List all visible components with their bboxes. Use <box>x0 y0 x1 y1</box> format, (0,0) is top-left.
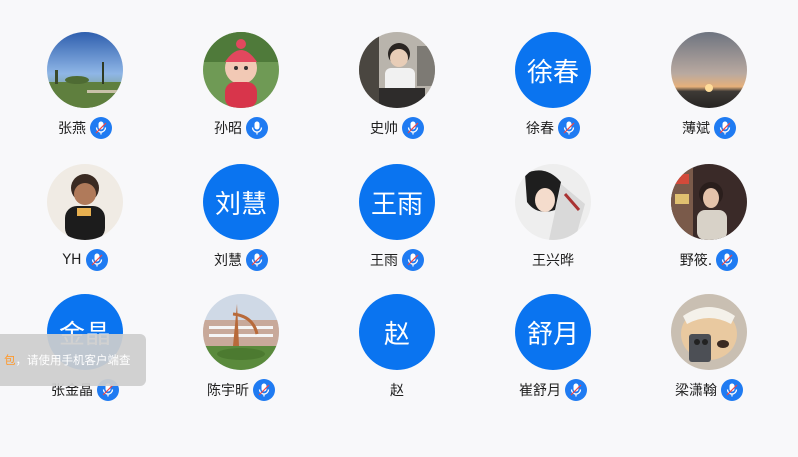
avatar-initials[interactable]: 舒月 <box>515 294 591 370</box>
microphone-icon[interactable] <box>402 117 424 139</box>
member-card[interactable]: 舒月 崔舒月 <box>475 294 631 404</box>
member-name: YH <box>62 252 82 268</box>
microphone-icon[interactable] <box>246 117 268 139</box>
member-name: 刘慧 <box>214 253 242 269</box>
member-name: 野筱. <box>679 253 713 269</box>
avatar-initials[interactable]: 王雨 <box>359 164 435 240</box>
woman-photo-icon[interactable] <box>671 164 747 240</box>
member-name-row: 梁潇翰 <box>631 378 787 402</box>
member-name-row: 孙昭 <box>163 116 319 140</box>
avatar-initials[interactable]: 刘慧 <box>203 164 279 240</box>
member-name-row: 史帅 <box>319 116 475 140</box>
toast-text: ，请使用手机客户端查 <box>15 353 131 367</box>
member-name: 张燕 <box>58 121 86 137</box>
member-card[interactable]: 孙昭 <box>163 32 319 142</box>
member-card[interactable]: 王雨 王雨 <box>319 164 475 274</box>
member-name-row: YH <box>7 248 163 272</box>
landscape-photo-icon[interactable] <box>47 32 123 108</box>
member-card[interactable]: 赵 赵 <box>319 294 475 404</box>
microphone-icon[interactable] <box>402 249 424 271</box>
member-card[interactable]: YH <box>7 164 163 274</box>
member-card[interactable]: 王兴晔 <box>475 164 631 274</box>
person-photo-icon[interactable] <box>359 32 435 108</box>
building-photo-icon[interactable] <box>203 294 279 370</box>
member-card[interactable]: 野筱. <box>631 164 787 274</box>
member-card[interactable]: 徐春 徐春 <box>475 32 631 142</box>
member-card[interactable]: 梁潇翰 <box>631 294 787 404</box>
member-name: 孙昭 <box>214 121 242 137</box>
member-name: 史帅 <box>370 121 398 137</box>
microphone-icon[interactable] <box>85 249 108 271</box>
member-name-row: 野筱. <box>631 248 787 272</box>
microphone-icon[interactable] <box>714 117 736 139</box>
microphone-icon[interactable] <box>253 379 275 401</box>
member-card[interactable]: 陈宇昕 <box>163 294 319 404</box>
member-name: 薄斌 <box>682 121 710 137</box>
sunset-photo-icon[interactable] <box>671 32 747 108</box>
member-name-row: 赵 <box>319 378 475 402</box>
toast-message: 包，请使用手机客户端查 <box>0 334 146 386</box>
baby-photo-icon[interactable] <box>203 32 279 108</box>
anime-photo-icon[interactable] <box>515 164 591 240</box>
member-name-row: 张燕 <box>7 116 163 140</box>
microphone-icon[interactable] <box>721 379 743 401</box>
member-name: 赵 <box>390 383 404 399</box>
microphone-icon[interactable] <box>716 249 739 271</box>
member-card[interactable]: 张燕 <box>7 32 163 142</box>
avatar-initials[interactable]: 徐春 <box>515 32 591 108</box>
avatar-initials[interactable]: 赵 <box>359 294 435 370</box>
member-name-row: 陈宇昕 <box>163 378 319 402</box>
microphone-icon[interactable] <box>565 379 587 401</box>
member-name-row: 王兴晔 <box>475 248 631 272</box>
member-name: 王兴晔 <box>532 253 574 269</box>
child-photo-icon[interactable] <box>47 164 123 240</box>
dog-photo-icon[interactable] <box>671 294 747 370</box>
member-card[interactable]: 史帅 <box>319 32 475 142</box>
member-name: 崔舒月 <box>519 383 561 399</box>
member-name: 梁潇翰 <box>675 383 717 399</box>
member-card[interactable]: 薄斌 <box>631 32 787 142</box>
member-name: 王雨 <box>370 253 398 269</box>
member-name-row: 刘慧 <box>163 248 319 272</box>
member-name-row: 徐春 <box>475 116 631 140</box>
member-name-row: 崔舒月 <box>475 378 631 402</box>
microphone-icon[interactable] <box>246 249 268 271</box>
member-name: 徐春 <box>526 121 554 137</box>
member-card[interactable]: 刘慧 刘慧 <box>163 164 319 274</box>
microphone-icon[interactable] <box>558 117 580 139</box>
toast-highlight: 包 <box>4 353 16 367</box>
member-name-row: 薄斌 <box>631 116 787 140</box>
member-name: 陈宇昕 <box>207 383 249 399</box>
member-name-row: 王雨 <box>319 248 475 272</box>
microphone-icon[interactable] <box>90 117 112 139</box>
